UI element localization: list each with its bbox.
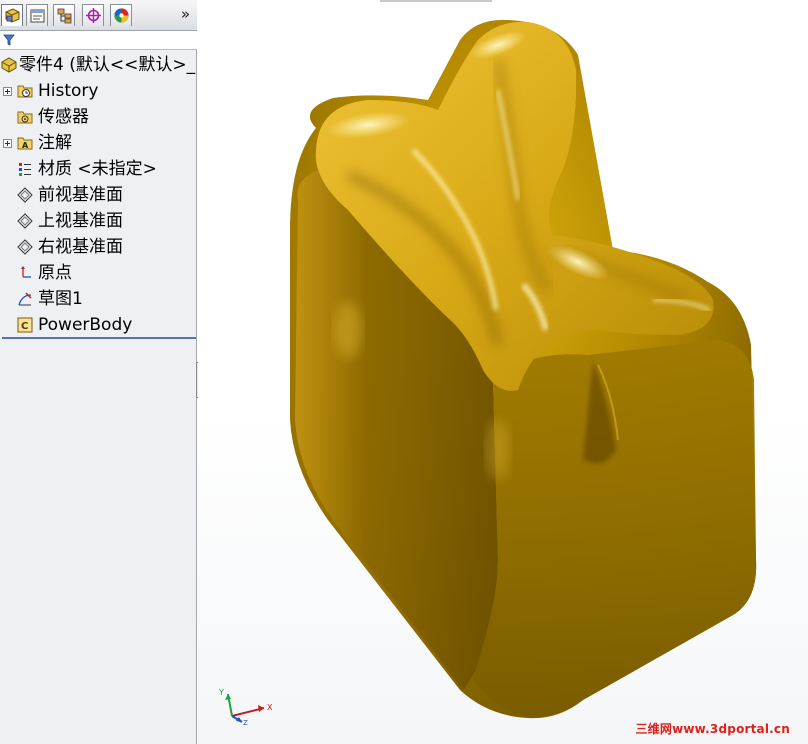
expand-plus-icon[interactable] (3, 87, 12, 96)
origin-icon (21, 266, 31, 278)
plane-icon (17, 213, 33, 229)
color-wheel-icon (114, 8, 129, 23)
tree-filter-bar[interactable] (0, 31, 197, 50)
body-feature-icon: C (17, 317, 33, 333)
display-manager-tab[interactable] (110, 4, 132, 26)
sensor-folder-icon (17, 111, 33, 124)
filter-icon (3, 34, 15, 46)
tree-item-annotations[interactable]: A 注解 (0, 130, 197, 156)
triad-y-label: Y (218, 688, 224, 697)
tree-item-front-plane[interactable]: 前视基准面 (0, 182, 197, 208)
feature-manager-panel: » 零件4 (默认<<默认>_ History 传感器 A 注解 材质 <未指定… (0, 0, 197, 744)
tree-item-label: PowerBody (38, 315, 133, 335)
configuration-manager-icon (57, 8, 72, 24)
tree-item-label: History (38, 81, 99, 101)
tree-item-label: 草图1 (38, 289, 83, 309)
tree-item-label: 注解 (38, 133, 72, 153)
tree-item-label: 上视基准面 (38, 211, 123, 231)
model-front-face (473, 340, 757, 717)
tree-item-material[interactable]: 材质 <未指定> (0, 156, 197, 182)
feature-tree: 零件4 (默认<<默认>_ History 传感器 A 注解 材质 <未指定> … (0, 52, 197, 338)
manager-tab-bar: » (0, 0, 197, 31)
crosshair-icon (86, 8, 101, 23)
tree-item-right-plane[interactable]: 右视基准面 (0, 234, 197, 260)
expand-plus-icon[interactable] (3, 139, 12, 148)
powerbody-model[interactable] (198, 0, 808, 744)
part-icon (1, 57, 17, 73)
tree-item-label: 传感器 (38, 107, 89, 127)
tree-item-sketch1[interactable]: 草图1 (0, 286, 197, 312)
tree-item-label: 右视基准面 (38, 237, 123, 257)
tree-end-separator (2, 337, 196, 339)
tree-item-powerbody[interactable]: C PowerBody (0, 312, 197, 338)
sketch-icon (18, 292, 32, 306)
feature-manager-icon (5, 8, 20, 23)
tree-item-label: 材质 <未指定> (38, 159, 157, 179)
plane-icon (17, 239, 33, 255)
tree-item-label: 原点 (38, 263, 72, 283)
site-watermark: 三维网www.3dportal.cn (635, 722, 790, 736)
tree-root-part[interactable]: 零件4 (默认<<默认>_ (0, 52, 197, 78)
configuration-manager-tab[interactable] (53, 4, 75, 26)
coordinate-triad: X Y Z (218, 688, 273, 726)
feature-manager-tab[interactable] (1, 4, 23, 26)
triad-x-label: X (267, 703, 273, 712)
property-manager-icon (30, 9, 45, 23)
material-icon (19, 163, 31, 176)
tree-item-history[interactable]: History (0, 78, 197, 104)
tree-item-top-plane[interactable]: 上视基准面 (0, 208, 197, 234)
dimxpert-manager-tab[interactable] (82, 4, 104, 26)
annotation-folder-icon: A (17, 137, 33, 150)
tree-item-label: 前视基准面 (38, 185, 123, 205)
triad-z-label: Z (243, 719, 248, 726)
history-folder-icon (17, 85, 33, 98)
tree-root-label: 零件4 (默认<<默认>_ (19, 55, 196, 75)
tab-overflow-button[interactable]: » (181, 5, 190, 23)
tree-item-sensors[interactable]: 传感器 (0, 104, 197, 130)
svg-text:C: C (21, 321, 28, 332)
svg-text:A: A (22, 141, 29, 150)
property-manager-tab[interactable] (26, 4, 48, 26)
tree-item-origin[interactable]: 原点 (0, 260, 197, 286)
plane-icon (17, 187, 33, 203)
graphics-viewport[interactable]: X Y Z 三维网www.3dportal.cn (198, 0, 808, 744)
